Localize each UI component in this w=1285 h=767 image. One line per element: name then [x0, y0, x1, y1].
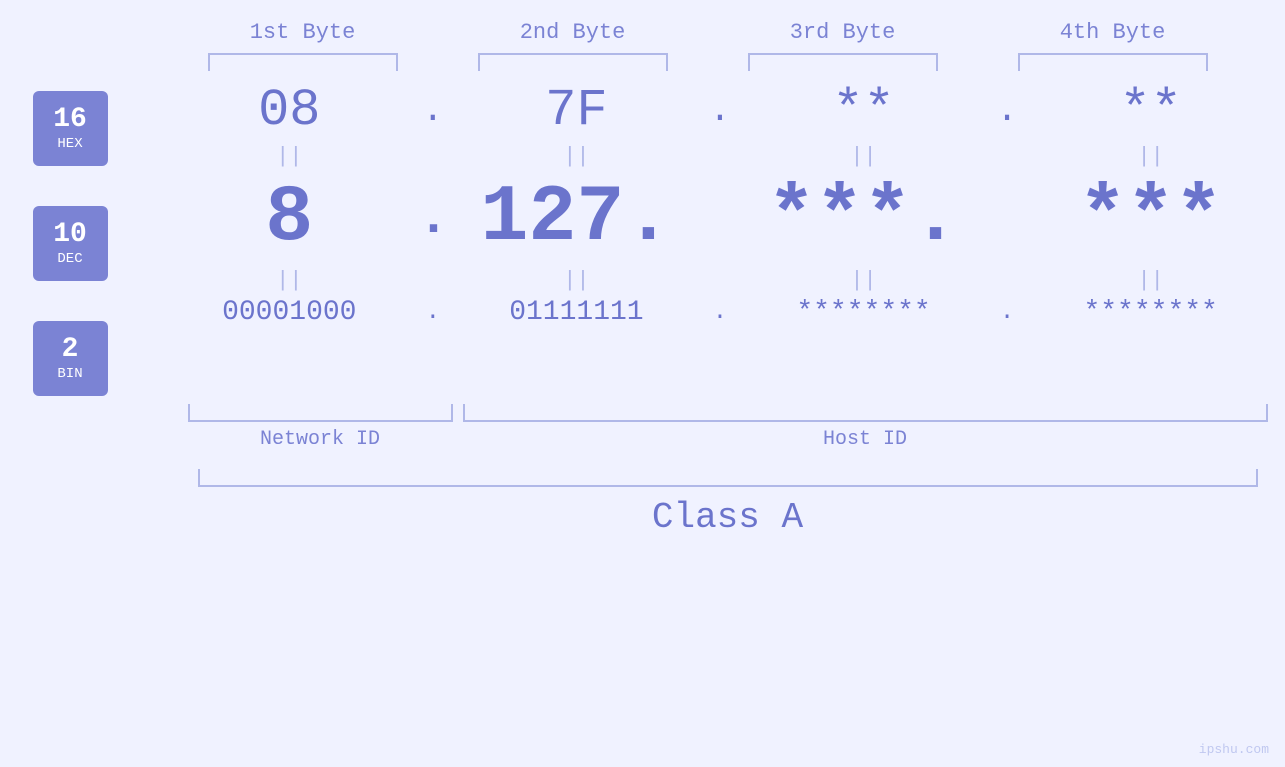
bracket-1 — [208, 53, 398, 71]
bin-val-2: 01111111 — [461, 297, 691, 328]
byte-header-1: 1st Byte — [188, 20, 418, 45]
dot-hex-2: . — [705, 90, 735, 131]
byte-header-2: 2nd Byte — [458, 20, 688, 45]
eq2-1: || — [174, 268, 404, 293]
dot-dec-1: . — [418, 189, 448, 248]
host-id-bracket — [463, 404, 1268, 422]
hex-val-2: 7F — [461, 81, 691, 140]
dot-hex-3: . — [992, 90, 1022, 131]
hex-num: 16 — [53, 105, 87, 136]
eq-3: || — [749, 144, 979, 169]
dec-val-4: *** — [1036, 173, 1266, 264]
bracket-2 — [478, 53, 668, 71]
base-labels: 16 HEX 10 DEC 2 BIN — [33, 91, 108, 396]
bracket-4 — [1018, 53, 1208, 71]
bin-num: 2 — [62, 335, 79, 366]
eq-1: || — [174, 144, 404, 169]
bottom-bracket-area: Network ID Host ID — [188, 404, 1268, 451]
hex-val-1: 08 — [174, 81, 404, 140]
full-bottom-bracket-area — [198, 469, 1258, 487]
eq-2: || — [461, 144, 691, 169]
full-bottom-bracket — [198, 469, 1258, 487]
class-label: Class A — [198, 497, 1258, 538]
bin-val-1: 00001000 — [174, 297, 404, 328]
byte-header-3: 3rd Byte — [728, 20, 958, 45]
main-data-area: 16 HEX 10 DEC 2 BIN 08 . 7F . ** . ** — [33, 81, 1273, 396]
byte-header-4: 4th Byte — [998, 20, 1228, 45]
bottom-labels: Network ID Host ID — [188, 428, 1268, 451]
dec-num: 10 — [53, 220, 87, 251]
data-rows: 08 . 7F . ** . ** || || || || 8 . — [168, 81, 1273, 328]
hex-val-3: ** — [749, 81, 979, 140]
top-brackets — [168, 53, 1248, 71]
dec-val-1: 8 — [174, 173, 404, 264]
dec-badge: 10 DEC — [33, 206, 108, 281]
dot-hex-1: . — [418, 90, 448, 131]
bottom-brackets — [188, 404, 1268, 422]
hex-badge: 16 HEX — [33, 91, 108, 166]
dec-name: DEC — [57, 251, 82, 267]
hex-row: 08 . 7F . ** . ** — [168, 81, 1273, 140]
equals-row-1: || || || || — [168, 140, 1273, 173]
bin-name: BIN — [57, 366, 82, 382]
dec-row: 8 . 127. ***. *** — [168, 173, 1273, 264]
bracket-3 — [748, 53, 938, 71]
equals-row-2: || || || || — [168, 264, 1273, 297]
dot-bin-3: . — [992, 299, 1022, 326]
bin-val-4: ******** — [1036, 297, 1266, 328]
dot-bin-1: . — [418, 299, 448, 326]
dec-val-3: ***. — [749, 173, 979, 264]
main-container: 1st Byte 2nd Byte 3rd Byte 4th Byte 16 H… — [0, 0, 1285, 767]
bin-row: 00001000 . 01111111 . ******** . *******… — [168, 297, 1273, 328]
eq2-4: || — [1036, 268, 1266, 293]
eq2-2: || — [461, 268, 691, 293]
hex-val-4: ** — [1036, 81, 1266, 140]
network-id-bracket — [188, 404, 453, 422]
dot-bin-2: . — [705, 299, 735, 326]
eq2-3: || — [749, 268, 979, 293]
dec-val-2: 127. — [461, 173, 691, 264]
bin-val-3: ******** — [749, 297, 979, 328]
network-id-label: Network ID — [188, 428, 453, 451]
eq-4: || — [1036, 144, 1266, 169]
host-id-label: Host ID — [463, 428, 1268, 451]
watermark: ipshu.com — [1199, 742, 1269, 757]
byte-headers-row: 1st Byte 2nd Byte 3rd Byte 4th Byte — [168, 20, 1248, 45]
bin-badge: 2 BIN — [33, 321, 108, 396]
hex-name: HEX — [57, 136, 82, 152]
